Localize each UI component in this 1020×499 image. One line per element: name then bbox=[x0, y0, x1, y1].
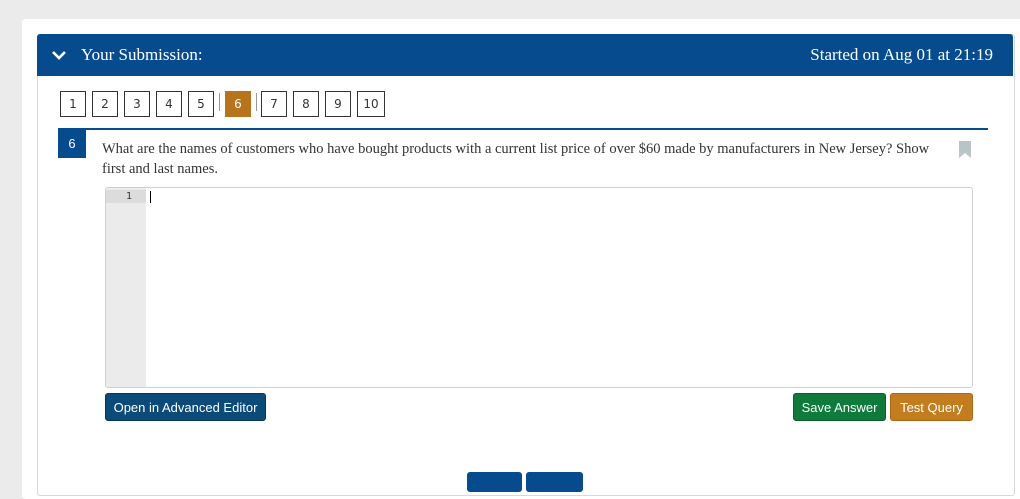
submission-title: Your Submission: bbox=[81, 45, 203, 64]
question-nav-5[interactable]: 5 bbox=[188, 91, 214, 117]
question-nav-7[interactable]: 7 bbox=[261, 91, 287, 117]
question-nav-9[interactable]: 9 bbox=[325, 91, 351, 117]
question-nav-3[interactable]: 3 bbox=[124, 91, 150, 117]
question-nav-8[interactable]: 8 bbox=[293, 91, 319, 117]
previous-button[interactable] bbox=[467, 472, 522, 492]
question-nav-2[interactable]: 2 bbox=[92, 91, 118, 117]
question-text: What are the names of customers who have… bbox=[102, 141, 930, 177]
line-number: 1 bbox=[125, 191, 132, 202]
started-timestamp: Started on Aug 01 at 21:19 bbox=[810, 45, 993, 64]
question-nav-1[interactable]: 1 bbox=[60, 91, 86, 117]
editor-gutter: 1 bbox=[106, 188, 146, 387]
open-advanced-editor-button[interactable]: Open in Advanced Editor bbox=[105, 393, 266, 421]
chevron-down-icon[interactable] bbox=[51, 47, 67, 63]
test-query-button[interactable]: Test Query bbox=[890, 393, 973, 421]
nav-separator bbox=[256, 93, 257, 111]
bookmark-icon[interactable] bbox=[959, 141, 971, 158]
question-divider bbox=[58, 128, 988, 130]
text-cursor bbox=[150, 191, 151, 203]
question-nav-6[interactable]: 6 bbox=[225, 91, 251, 117]
submission-header[interactable]: Your Submission: Started on Aug 01 at 21… bbox=[37, 34, 1013, 76]
question-nav-4[interactable]: 4 bbox=[156, 91, 182, 117]
next-button[interactable] bbox=[526, 472, 583, 492]
sql-editor[interactable]: 1 bbox=[105, 187, 973, 388]
save-answer-button[interactable]: Save Answer bbox=[793, 393, 886, 421]
question-nav-10[interactable]: 10 bbox=[357, 91, 385, 117]
question-number-badge: 6 bbox=[58, 130, 86, 158]
nav-separator bbox=[219, 93, 220, 111]
